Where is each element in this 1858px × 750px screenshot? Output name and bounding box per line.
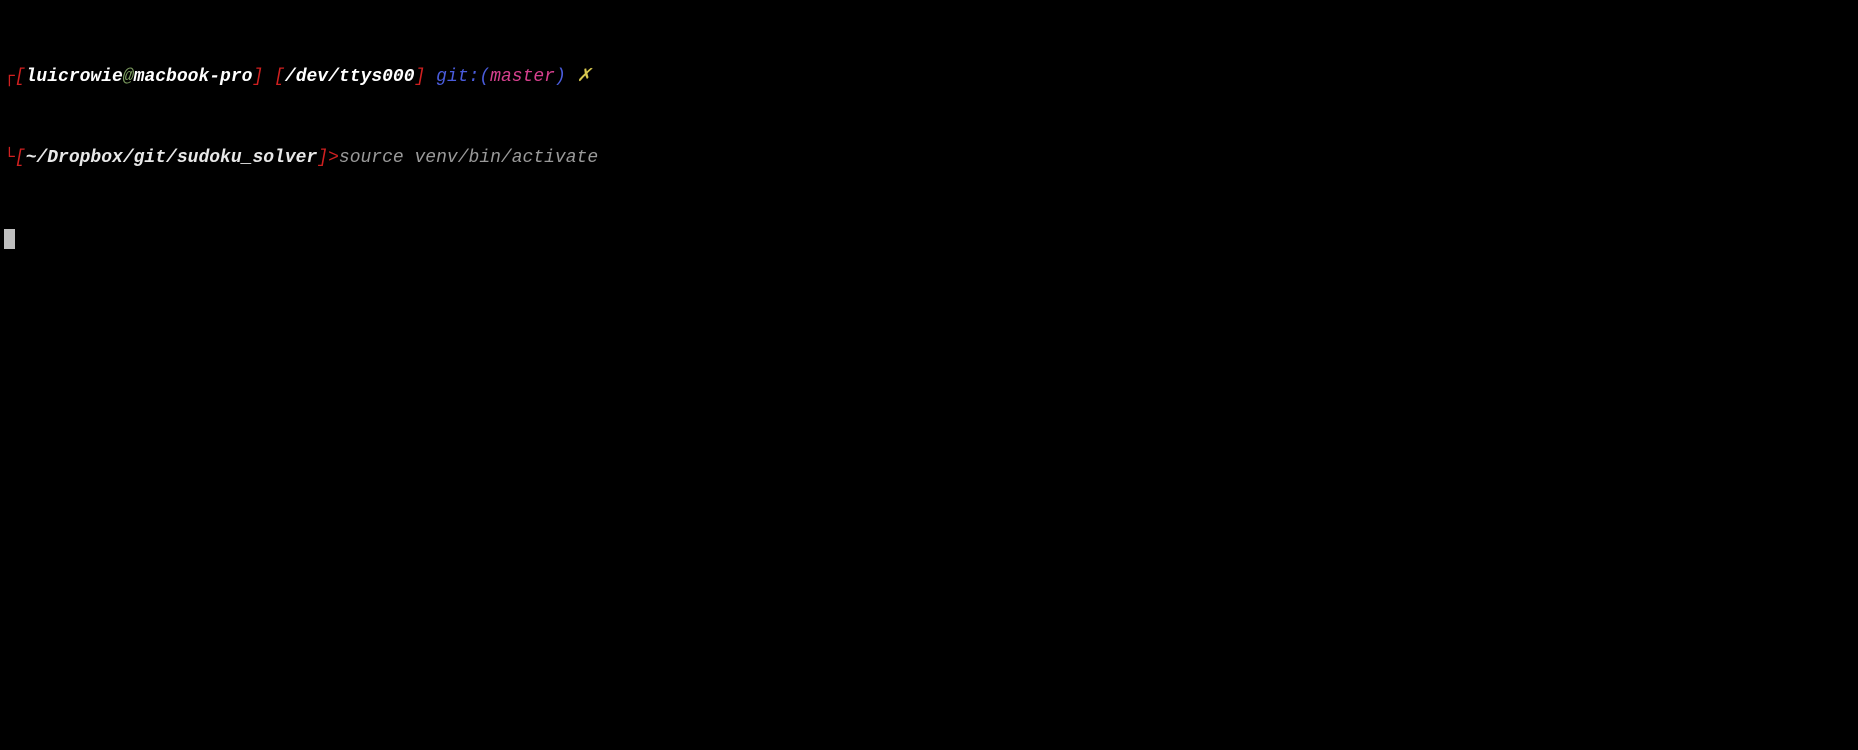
tty-path: /dev/ttys000 [285, 67, 415, 87]
command-text[interactable]: source venv/bin/activate [339, 148, 598, 168]
bracket-close-icon: ] [415, 67, 426, 87]
bracket-close-icon: ] [317, 148, 328, 168]
bracket-open-icon: └[ [4, 148, 26, 168]
cursor-line[interactable] [4, 226, 1854, 253]
prompt-line-1: ┌[luicrowie@macbook-pro] [/dev/ttys000] … [4, 64, 1854, 91]
terminal-output[interactable]: ┌[luicrowie@macbook-pro] [/dev/ttys000] … [4, 10, 1854, 280]
current-directory: ~/Dropbox/git/sudoku_solver [26, 148, 318, 168]
bracket-close-icon: ] [252, 67, 263, 87]
spacer [425, 67, 436, 87]
bracket-open-icon: ┌[ [4, 67, 26, 87]
git-dirty-icon: ✗ [577, 67, 592, 87]
git-close: ) [555, 67, 566, 87]
username: luicrowie [26, 67, 123, 87]
at-symbol: @ [123, 67, 134, 87]
spacer [566, 67, 577, 87]
git-branch: master [490, 67, 555, 87]
spacer [263, 67, 274, 87]
cursor-icon [4, 229, 15, 249]
prompt-line-2: └[~/Dropbox/git/sudoku_solver]>source ve… [4, 145, 1854, 172]
prompt-arrow-icon: > [328, 148, 339, 168]
git-label: git:( [436, 67, 490, 87]
bracket-open-icon: [ [274, 67, 285, 87]
hostname: macbook-pro [134, 67, 253, 87]
